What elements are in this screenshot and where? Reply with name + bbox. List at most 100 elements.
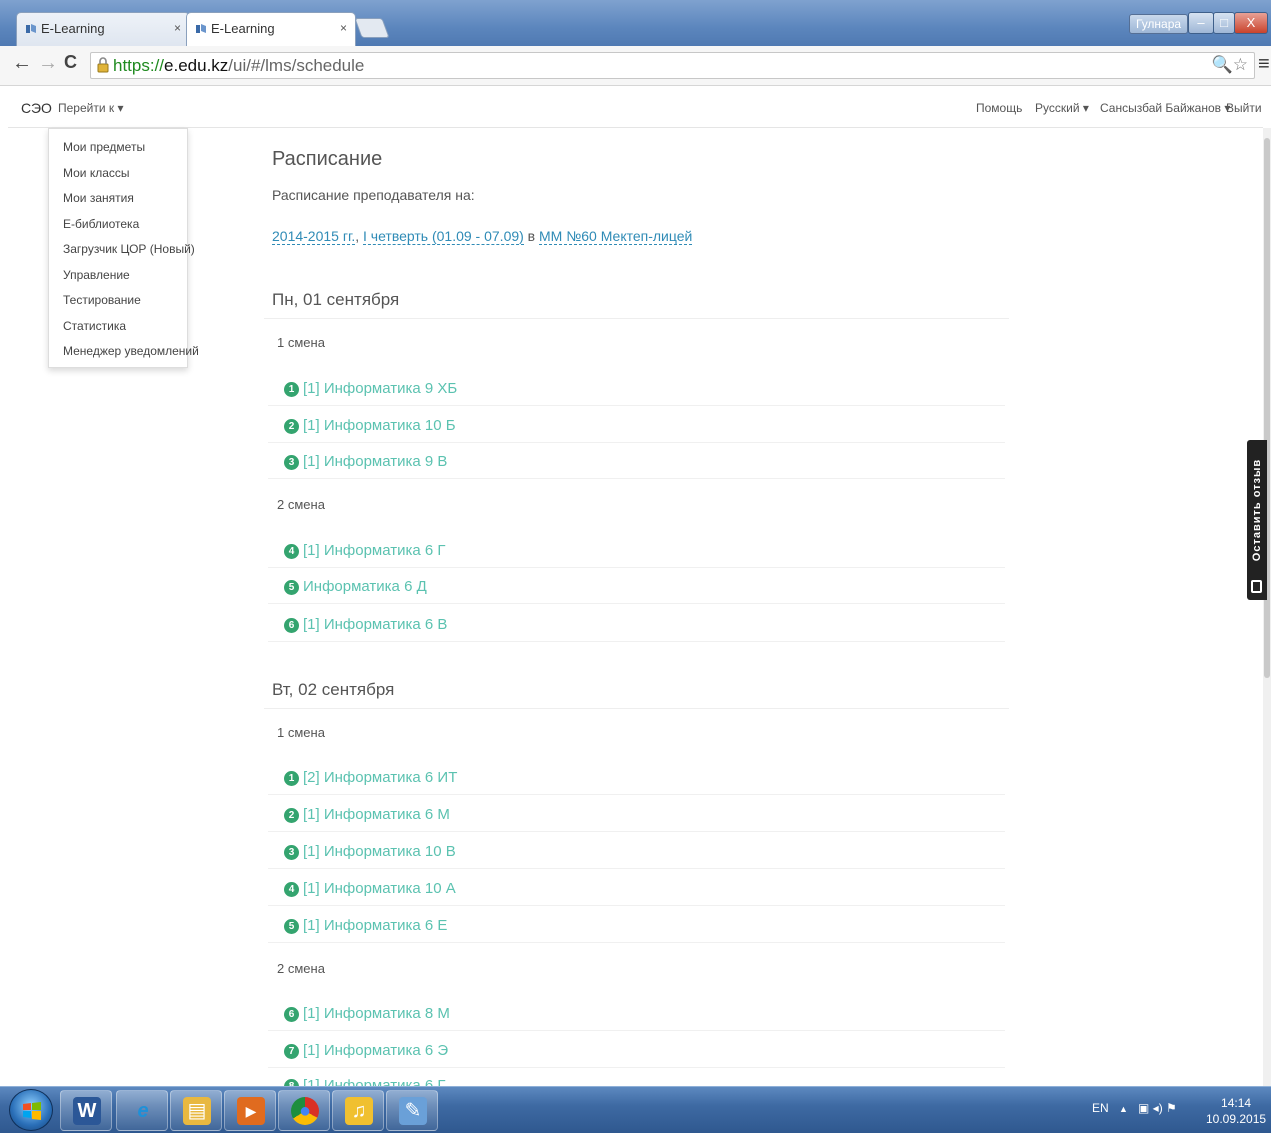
- tab-title: E-Learning: [41, 21, 105, 36]
- language-indicator[interactable]: EN: [1092, 1101, 1109, 1115]
- feedback-label: Оставить отзыв: [1251, 458, 1263, 562]
- start-button[interactable]: [9, 1089, 53, 1131]
- shift-label: 2 смена: [277, 961, 325, 976]
- lesson-label: [1] Информатика 10 В: [303, 843, 456, 860]
- close-window-button[interactable]: X: [1234, 12, 1268, 34]
- divider: [268, 868, 1005, 869]
- address-bar[interactable]: https://e.edu.kz/ui/#/lms/schedule 🔍☆: [90, 52, 1255, 79]
- lesson-link[interactable]: 5 Информатика 6 Д: [284, 578, 427, 602]
- clock-date: 10.09.2015: [1206, 1112, 1267, 1126]
- lesson-link[interactable]: 4 [1] Информатика 6 Г: [284, 542, 446, 566]
- menu-item-uploader[interactable]: Загрузчик ЦОР (Новый): [49, 239, 195, 265]
- lesson-number-badge: 5: [284, 919, 299, 934]
- url-scheme: https://: [113, 56, 165, 75]
- lesson-link[interactable]: 7 [1] Информатика 6 Э: [284, 1042, 448, 1066]
- bookmark-star-icon[interactable]: 🔍☆: [1212, 55, 1248, 75]
- taskbar-app-chrome[interactable]: ●: [278, 1090, 330, 1131]
- menu-item-my-lessons[interactable]: Мои занятия: [49, 188, 187, 214]
- feedback-tab[interactable]: Оставить отзыв: [1247, 440, 1267, 600]
- divider: [268, 641, 1005, 642]
- lesson-link[interactable]: 5 [1] Информатика 6 Е: [284, 917, 447, 941]
- tray-status-icons[interactable]: ▣ ◂) ⚑: [1138, 1101, 1177, 1115]
- back-icon[interactable]: ←: [12, 52, 32, 75]
- url-path: /ui/#/lms/schedule: [228, 56, 365, 75]
- divider: [268, 567, 1005, 568]
- divider: [268, 405, 1005, 406]
- paint-icon: ✎: [399, 1097, 427, 1125]
- new-tab-button[interactable]: [354, 18, 390, 38]
- word-icon: W: [73, 1097, 101, 1125]
- site-navbar: СЭО Перейти к ▾ Помощь Русский ▾ Сансызб…: [8, 88, 1263, 128]
- lesson-link[interactable]: 1 [2] Информатика 6 ИТ: [284, 769, 457, 793]
- lesson-label: Информатика 6 Д: [303, 578, 427, 595]
- tab-e-learning-1[interactable]: E-Learning ×: [16, 12, 190, 46]
- lesson-number-badge: 4: [284, 544, 299, 559]
- internet-explorer-icon: e: [137, 1100, 149, 1122]
- divider: [268, 1030, 1005, 1031]
- minimize-button[interactable]: –: [1188, 12, 1214, 34]
- page-title: Расписание: [272, 148, 383, 170]
- lesson-number-badge: 2: [284, 419, 299, 434]
- profile-badge[interactable]: Гулнара: [1129, 14, 1189, 34]
- tab-title: E-Learning: [211, 21, 275, 36]
- school-selector[interactable]: ММ №60 Мектеп-лицей: [539, 228, 693, 245]
- taskbar-app-paint[interactable]: ✎: [386, 1090, 438, 1131]
- logout-link[interactable]: Выйти: [1226, 101, 1262, 115]
- page-scrollbar[interactable]: [1263, 128, 1271, 1086]
- menu-item-testing[interactable]: Тестирование: [49, 290, 187, 316]
- lesson-link[interactable]: 3 [1] Информатика 9 В: [284, 453, 447, 477]
- lesson-number-badge: 3: [284, 455, 299, 470]
- lesson-link[interactable]: 6 [1] Информатика 6 В: [284, 616, 447, 640]
- divider: [268, 603, 1005, 604]
- lesson-link[interactable]: 6 [1] Информатика 8 М: [284, 1005, 450, 1029]
- brand-link[interactable]: СЭО: [21, 100, 52, 116]
- close-tab-icon[interactable]: ×: [174, 21, 181, 35]
- browser-menu-icon[interactable]: ≡: [1258, 53, 1270, 76]
- help-link[interactable]: Помощь: [976, 101, 1022, 115]
- lesson-label: [1] Информатика 6 Э: [303, 1042, 449, 1059]
- menu-item-statistics[interactable]: Статистика: [49, 316, 187, 342]
- lesson-number-badge: 2: [284, 808, 299, 823]
- taskbar-app-music[interactable]: ♫: [332, 1090, 384, 1131]
- lesson-number-badge: 6: [284, 1007, 299, 1022]
- close-tab-icon[interactable]: ×: [340, 21, 347, 35]
- user-dropdown[interactable]: Сансызбай Байжанов ▾: [1100, 101, 1230, 115]
- separator: в: [523, 228, 540, 244]
- lesson-label: [1] Информатика 6 В: [303, 616, 448, 633]
- maximize-button[interactable]: □: [1213, 12, 1235, 34]
- reload-icon[interactable]: C: [64, 52, 77, 73]
- forward-icon[interactable]: →: [38, 52, 58, 75]
- menu-item-my-classes[interactable]: Мои классы: [49, 163, 187, 189]
- lesson-link[interactable]: 2 [1] Информатика 6 М: [284, 806, 450, 830]
- show-hidden-icons-icon[interactable]: ▲: [1119, 1104, 1128, 1114]
- menu-item-e-library[interactable]: Е-библиотека: [49, 214, 187, 240]
- menu-item-notifications[interactable]: Менеджер уведомлений: [49, 341, 199, 367]
- menu-item-management[interactable]: Управление: [49, 265, 187, 291]
- divider: [268, 442, 1005, 443]
- taskbar-app-ie[interactable]: e: [116, 1090, 168, 1131]
- lesson-link[interactable]: 3 [1] Информатика 10 В: [284, 843, 456, 867]
- menu-item-my-subjects[interactable]: Мои предметы: [49, 137, 187, 163]
- clock-time: 14:14: [1221, 1096, 1252, 1110]
- e-learning-favicon-icon: [26, 24, 36, 33]
- divider: [268, 831, 1005, 832]
- taskbar-app-explorer[interactable]: ▤: [170, 1090, 222, 1131]
- taskbar-app-word[interactable]: W: [60, 1090, 112, 1131]
- lesson-number-badge: 1: [284, 382, 299, 397]
- divider: [268, 794, 1005, 795]
- quarter-selector[interactable]: I четверть (01.09 - 07.09): [363, 228, 524, 245]
- year-selector[interactable]: 2014-2015 гг.: [272, 228, 356, 245]
- language-dropdown[interactable]: Русский ▾: [1035, 101, 1089, 115]
- lesson-link[interactable]: 2 [1] Информатика 10 Б: [284, 417, 456, 441]
- music-icon: ♫: [345, 1097, 373, 1125]
- lesson-link[interactable]: 4 [1] Информатика 10 А: [284, 880, 456, 904]
- goto-dropdown[interactable]: Перейти к ▾: [58, 101, 124, 115]
- system-clock[interactable]: 14:14 10.09.2015: [1206, 1095, 1266, 1127]
- shift-label: 1 смена: [277, 335, 325, 350]
- tab-e-learning-2[interactable]: E-Learning ×: [186, 12, 356, 47]
- lesson-link[interactable]: 1 [1] Информатика 9 ХБ: [284, 380, 457, 404]
- taskbar-app-media[interactable]: ▶: [224, 1090, 276, 1131]
- lesson-label: [1] Информатика 6 М: [303, 806, 450, 823]
- browser-window: E-Learning × E-Learning × Гулнара – □ X …: [0, 0, 1271, 1133]
- separator: ,: [355, 228, 364, 244]
